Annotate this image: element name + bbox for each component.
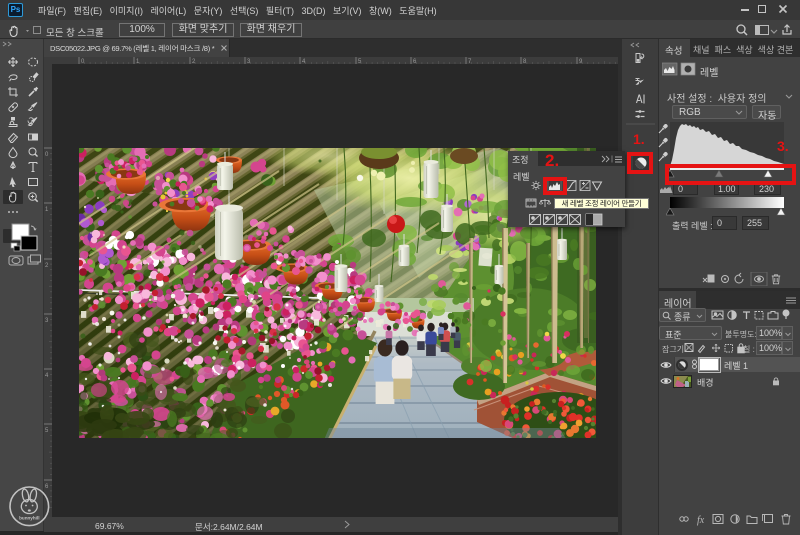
svg-text:bunnyhill: bunnyhill bbox=[19, 516, 39, 521]
svg-text:fx: fx bbox=[697, 515, 705, 526]
